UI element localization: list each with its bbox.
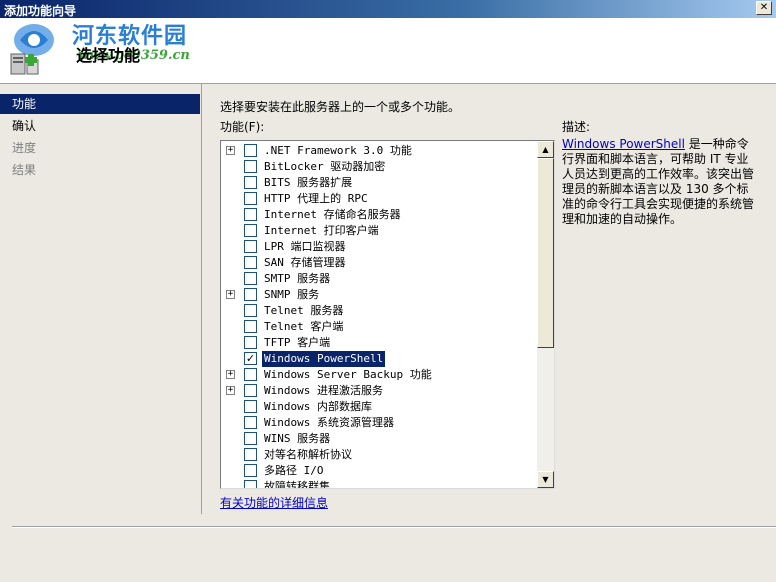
- nav-step-confirm[interactable]: 确认: [0, 116, 200, 136]
- scrollbar-thumb[interactable]: [537, 158, 554, 348]
- feature-row[interactable]: ✓ Windows PowerShell: [221, 351, 537, 367]
- page-title: 选择功能: [76, 46, 141, 65]
- feature-row[interactable]: SAN 存储管理器: [221, 255, 537, 271]
- feature-checkbox[interactable]: [244, 240, 257, 253]
- feature-label: Windows 系统资源管理器: [264, 416, 394, 429]
- feature-checkbox[interactable]: [244, 176, 257, 189]
- features-list[interactable]: + .NET Framework 3.0 功能 BitLocker 驱动器加密 BIT…: [220, 140, 555, 489]
- more-info-link[interactable]: 有关功能的详细信息: [220, 494, 328, 511]
- feature-row[interactable]: TFTP 客户端: [221, 335, 537, 351]
- description-label: 描述:: [562, 120, 591, 134]
- scroll-up-button[interactable]: ▲: [537, 141, 554, 158]
- feature-row[interactable]: Internet 打印客户端: [221, 223, 537, 239]
- feature-label: LPR 端口监视器: [264, 240, 346, 253]
- feature-row[interactable]: LPR 端口监视器: [221, 239, 537, 255]
- feature-label: Telnet 客户端: [264, 320, 344, 333]
- description-text: Windows PowerShell 是一种命令行界面和脚本语言，可帮助 IT …: [562, 137, 758, 227]
- feature-checkbox[interactable]: [244, 288, 257, 301]
- scroll-down-button[interactable]: ▼: [537, 471, 554, 488]
- feature-checkbox[interactable]: ✓: [244, 352, 257, 365]
- feature-label: 多路径 I/O: [264, 464, 324, 477]
- features-panel: 选择要安装在此服务器上的一个或多个功能。 功能(F): + .NET Framew…: [203, 84, 776, 514]
- feature-checkbox[interactable]: [244, 304, 257, 317]
- feature-label: Internet 打印客户端: [264, 224, 379, 237]
- feature-label: Windows 进程激活服务: [264, 384, 383, 397]
- feature-checkbox[interactable]: [244, 416, 257, 429]
- feature-checkbox[interactable]: [244, 448, 257, 461]
- feature-row[interactable]: + Windows Server Backup 功能: [221, 367, 537, 383]
- wizard-header: 河东软件园 www.pc0359.cn 选择功能: [0, 18, 776, 84]
- feature-row[interactable]: 对等名称解析协议: [221, 447, 537, 463]
- feature-row[interactable]: SMTP 服务器: [221, 271, 537, 287]
- wizard-steps-nav: 功能 确认 进度 结果: [0, 84, 202, 514]
- feature-label: HTTP 代理上的 RPC: [264, 192, 368, 205]
- instruction-text: 选择要安装在此服务器上的一个或多个功能。: [220, 100, 461, 114]
- feature-row[interactable]: Windows 内部数据库: [221, 399, 537, 415]
- feature-label: 故障转移群集: [264, 480, 330, 489]
- expand-icon[interactable]: +: [226, 386, 235, 395]
- feature-label: .NET Framework 3.0 功能: [264, 144, 412, 157]
- feature-row[interactable]: BitLocker 驱动器加密: [221, 159, 537, 175]
- feature-checkbox[interactable]: [244, 272, 257, 285]
- expand-icon[interactable]: +: [226, 370, 235, 379]
- feature-row[interactable]: HTTP 代理上的 RPC: [221, 191, 537, 207]
- feature-label: Internet 存储命名服务器: [264, 208, 401, 221]
- feature-checkbox[interactable]: [244, 160, 257, 173]
- feature-row[interactable]: + SNMP 服务: [221, 287, 537, 303]
- feature-row[interactable]: Windows 系统资源管理器: [221, 415, 537, 431]
- expand-icon[interactable]: +: [226, 290, 235, 299]
- separator: [12, 526, 776, 528]
- expand-icon[interactable]: +: [226, 146, 235, 155]
- feature-label: BITS 服务器扩展: [264, 176, 353, 189]
- feature-row[interactable]: WINS 服务器: [221, 431, 537, 447]
- feature-label: WINS 服务器: [264, 432, 331, 445]
- feature-checkbox[interactable]: [244, 400, 257, 413]
- nav-step-results: 结果: [12, 163, 37, 177]
- feature-row[interactable]: 故障转移群集: [221, 479, 537, 489]
- title-bar: 添加功能向导 ▲✕: [0, 0, 776, 18]
- feature-checkbox[interactable]: [244, 256, 257, 269]
- feature-row[interactable]: BITS 服务器扩展: [221, 175, 537, 191]
- feature-row[interactable]: Internet 存储命名服务器: [221, 207, 537, 223]
- feature-checkbox[interactable]: [244, 144, 257, 157]
- features-scrollbar[interactable]: ▲ ▼: [537, 141, 554, 488]
- features-list-label: 功能(F):: [220, 120, 265, 134]
- feature-checkbox[interactable]: [244, 320, 257, 333]
- feature-checkbox[interactable]: [244, 336, 257, 349]
- feature-label: SNMP 服务: [264, 288, 320, 301]
- feature-row[interactable]: 多路径 I/O: [221, 463, 537, 479]
- arrow-up-icon: ▲: [542, 145, 549, 154]
- feature-checkbox[interactable]: [244, 208, 257, 221]
- feature-checkbox[interactable]: [244, 368, 257, 381]
- description-link[interactable]: Windows PowerShell: [562, 137, 685, 151]
- feature-row[interactable]: + Windows 进程激活服务: [221, 383, 537, 399]
- nav-step-progress: 进度: [12, 141, 37, 155]
- feature-checkbox[interactable]: [244, 432, 257, 445]
- feature-label: Windows 内部数据库: [264, 400, 372, 413]
- feature-row[interactable]: Telnet 服务器: [221, 303, 537, 319]
- feature-checkbox[interactable]: [244, 464, 257, 477]
- feature-label: SAN 存储管理器: [264, 256, 346, 269]
- feature-checkbox[interactable]: [244, 384, 257, 397]
- feature-label: Windows PowerShell: [262, 351, 386, 367]
- feature-checkbox[interactable]: [244, 224, 257, 237]
- feature-label: TFTP 客户端: [264, 336, 331, 349]
- feature-label: 对等名称解析协议: [264, 448, 352, 461]
- feature-label: BitLocker 驱动器加密: [264, 160, 386, 173]
- close-button[interactable]: ▲✕: [756, 1, 772, 15]
- feature-label: SMTP 服务器: [264, 272, 331, 285]
- feature-label: Telnet 服务器: [264, 304, 344, 317]
- arrow-down-icon: ▼: [542, 475, 549, 484]
- nav-step-features[interactable]: 功能: [0, 94, 200, 114]
- server-features-icon: [10, 53, 39, 75]
- feature-checkbox[interactable]: [244, 480, 257, 488]
- feature-label: Windows Server Backup 功能: [264, 368, 432, 381]
- feature-checkbox[interactable]: [244, 192, 257, 205]
- feature-row[interactable]: Telnet 客户端: [221, 319, 537, 335]
- window-title: 添加功能向导: [4, 4, 77, 18]
- feature-row[interactable]: + .NET Framework 3.0 功能: [221, 143, 537, 159]
- button-area: [0, 514, 776, 582]
